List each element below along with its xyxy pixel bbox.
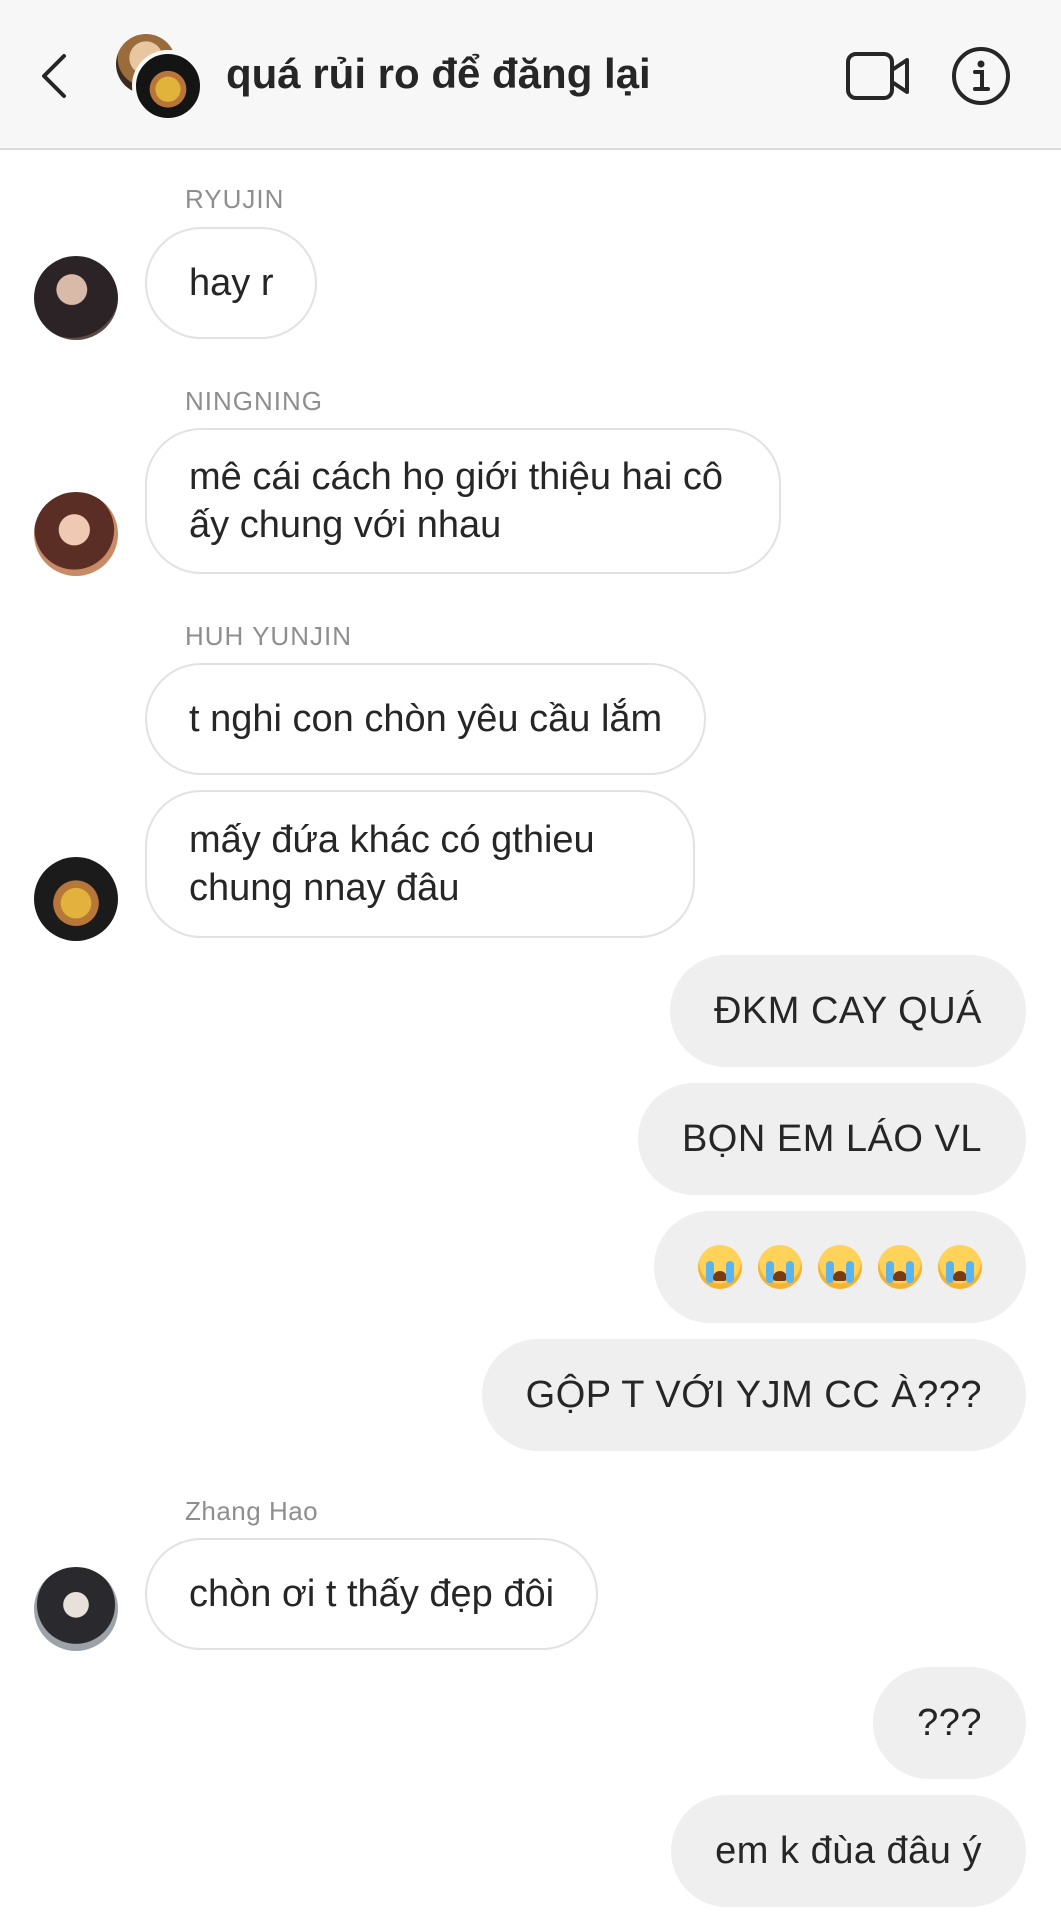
video-camera-icon xyxy=(846,52,909,100)
message-text: ??? xyxy=(917,1702,982,1744)
outgoing-message-bubble[interactable]: em k đùa đâu ý xyxy=(671,1795,1026,1907)
sender-name: HUH YUNJIN xyxy=(185,621,352,651)
message-text: ĐKM CAY QUÁ xyxy=(713,990,982,1032)
avatar[interactable] xyxy=(34,492,118,576)
avatar[interactable] xyxy=(34,857,118,941)
message-text: hay r xyxy=(189,262,274,304)
sender-name: NINGNING xyxy=(185,386,323,416)
avatar[interactable] xyxy=(34,256,118,340)
info-button[interactable] xyxy=(950,45,1012,107)
chat-header: quá rủi ro để đăng lại xyxy=(0,0,1061,150)
message-text: GỘP T VỚI YJM CC À??? xyxy=(525,1374,982,1416)
message-text: t nghi con chòn yêu cầu lắm xyxy=(189,698,663,740)
message-bubble[interactable]: t nghi con chòn yêu cầu lắm xyxy=(145,663,707,775)
message-text: mê cái cách họ giới thiệu hai cô ấy chun… xyxy=(189,456,723,546)
outgoing-message-bubble[interactable]: BỌN EM LÁO VL xyxy=(637,1083,1026,1195)
member-avatar xyxy=(132,50,204,122)
loudly-crying-face-icon xyxy=(758,1245,802,1289)
chevron-left-icon xyxy=(42,54,66,98)
message-text: mấy đứa khác có gthieu chung nnay đâu xyxy=(189,819,595,909)
message-text: BỌN EM LÁO VL xyxy=(681,1118,982,1160)
message-text: em k đùa đâu ý xyxy=(715,1830,982,1872)
outgoing-message-bubble[interactable]: ??? xyxy=(873,1667,1026,1779)
message-bubble[interactable]: hay r xyxy=(145,227,318,339)
group-avatar[interactable] xyxy=(116,34,206,122)
info-icon xyxy=(952,47,1010,105)
video-call-button[interactable] xyxy=(845,48,911,104)
loudly-crying-face-icon xyxy=(938,1245,982,1289)
message-bubble[interactable]: mấy đứa khác có gthieu chung nnay đâu xyxy=(145,790,695,938)
outgoing-message-bubble[interactable] xyxy=(654,1211,1026,1323)
sender-name: Zhang Hao xyxy=(185,1496,319,1526)
sender-name: RYUJIN xyxy=(185,184,285,214)
message-text: chòn ơi t thấy đẹp đôi xyxy=(189,1573,555,1615)
avatar[interactable] xyxy=(34,1567,118,1651)
loudly-crying-face-icon xyxy=(878,1245,922,1289)
outgoing-message-bubble[interactable]: ĐKM CAY QUÁ xyxy=(669,955,1026,1067)
back-button[interactable] xyxy=(36,48,76,104)
message-bubble[interactable]: mê cái cách họ giới thiệu hai cô ấy chun… xyxy=(145,428,781,574)
loudly-crying-face-icon xyxy=(818,1245,862,1289)
chat-title[interactable]: quá rủi ro để đăng lại xyxy=(226,50,651,98)
chat-screen: quá rủi ro để đăng lại RYUJIN hay r NING… xyxy=(0,0,1061,1920)
message-bubble[interactable]: chòn ơi t thấy đẹp đôi xyxy=(145,1538,599,1650)
outgoing-message-bubble[interactable]: GỘP T VỚI YJM CC À??? xyxy=(481,1339,1026,1451)
loudly-crying-face-icon xyxy=(698,1245,742,1289)
